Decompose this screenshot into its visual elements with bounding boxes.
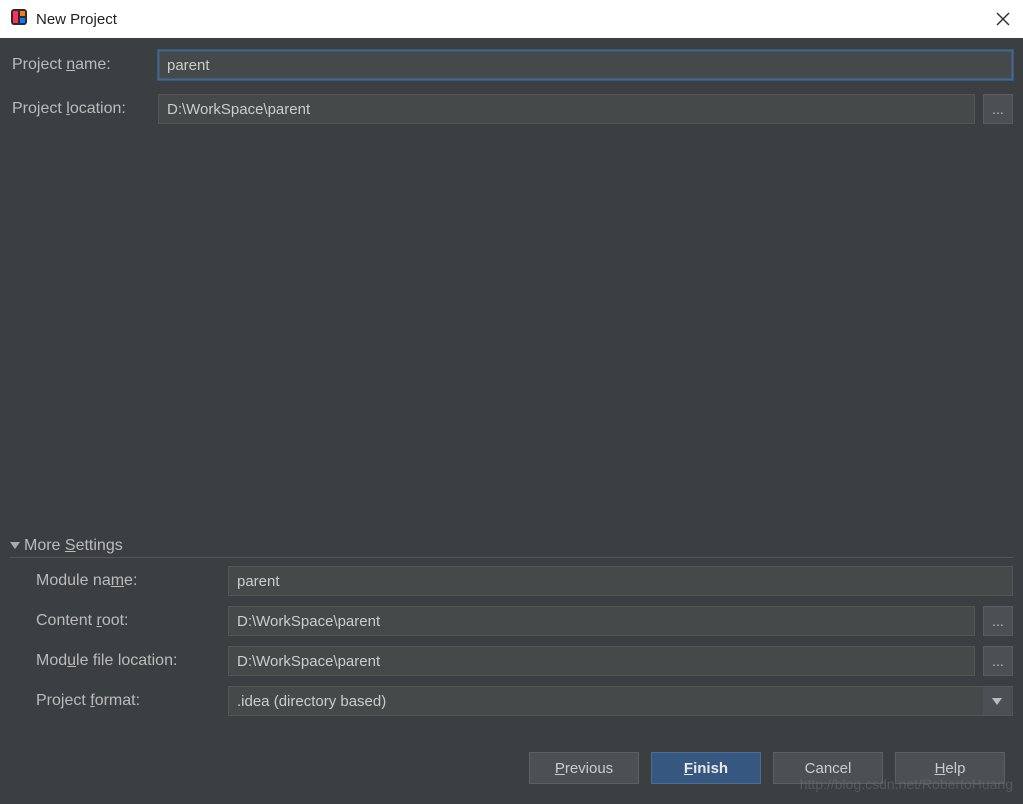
project-name-label: Project name:: [10, 56, 150, 74]
content-root-input[interactable]: [228, 606, 975, 636]
content-root-label: Content root:: [34, 612, 220, 630]
module-file-location-label: Module file location:: [34, 652, 220, 670]
previous-button[interactable]: Previous: [529, 752, 639, 784]
project-name-row: Project name:: [10, 50, 1013, 80]
module-file-location-input[interactable]: [228, 646, 975, 676]
project-location-browse-button[interactable]: ...: [983, 94, 1013, 124]
project-name-input[interactable]: [158, 50, 1013, 80]
more-settings-toggle[interactable]: More Settings: [10, 537, 1013, 558]
window-title: New Project: [36, 11, 117, 28]
titlebar: New Project: [0, 0, 1023, 38]
chevron-down-icon: [10, 537, 20, 555]
app-icon: [10, 8, 28, 30]
module-name-row: Module name:: [34, 566, 1013, 596]
module-file-location-row: Module file location: ...: [34, 646, 1013, 676]
project-format-select[interactable]: .idea (directory based): [228, 686, 1013, 716]
help-button[interactable]: Help: [895, 752, 1005, 784]
finish-button[interactable]: Finish: [651, 752, 761, 784]
module-name-label: Module name:: [34, 572, 220, 590]
project-format-row: Project format: .idea (directory based): [34, 686, 1013, 716]
dialog-body: Project name: Project location: ... More…: [0, 38, 1023, 804]
project-location-row: Project location: ...: [10, 94, 1013, 124]
project-format-label: Project format:: [34, 692, 220, 710]
button-bar: Previous Finish Cancel Help: [10, 752, 1013, 792]
more-settings-section: More Settings Module name: Content root:…: [10, 537, 1013, 726]
project-location-label: Project location:: [10, 100, 150, 118]
cancel-button[interactable]: Cancel: [773, 752, 883, 784]
content-root-row: Content root: ...: [34, 606, 1013, 636]
project-format-value: .idea (directory based): [237, 693, 386, 710]
more-settings-label: More Settings: [24, 537, 123, 555]
chevron-down-icon: [983, 687, 1011, 715]
close-icon[interactable]: [993, 9, 1013, 29]
module-file-location-browse-button[interactable]: ...: [983, 646, 1013, 676]
module-name-input[interactable]: [228, 566, 1013, 596]
project-location-input[interactable]: [158, 94, 975, 124]
content-root-browse-button[interactable]: ...: [983, 606, 1013, 636]
